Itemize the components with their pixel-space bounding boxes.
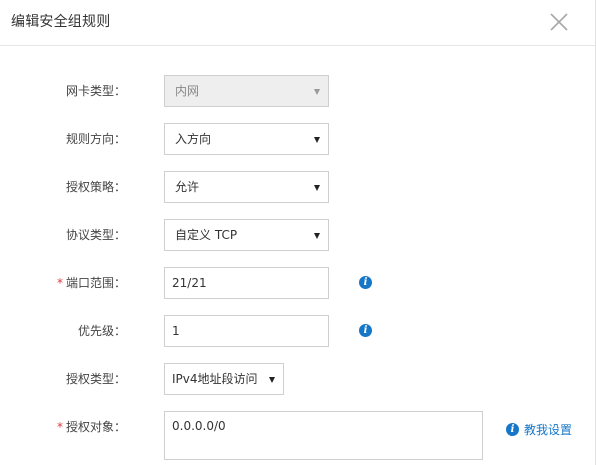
chevron-down-icon xyxy=(269,377,275,383)
close-button[interactable] xyxy=(547,10,571,34)
rule-direction-select[interactable]: 入方向 xyxy=(164,123,329,155)
priority-label: 优先级： xyxy=(77,324,126,338)
port-range-input[interactable]: 21/21 xyxy=(164,267,329,299)
auth-policy-select[interactable]: 允许 xyxy=(164,171,329,203)
info-icon: i xyxy=(506,423,519,436)
chevron-down-icon xyxy=(314,233,320,239)
auth-type-label: 授权类型： xyxy=(65,372,126,386)
protocol-type-select[interactable]: 自定义 TCP xyxy=(164,219,329,251)
nic-type-value: 内网 xyxy=(175,84,200,98)
help-link[interactable]: i 教我设置 xyxy=(506,421,572,438)
info-icon[interactable]: i xyxy=(359,276,372,289)
close-icon xyxy=(550,13,568,31)
port-range-label: 端口范围： xyxy=(65,276,126,290)
required-mark: * xyxy=(56,420,63,434)
help-link-label: 教我设置 xyxy=(524,423,573,437)
dialog-title: 编辑安全组规则 xyxy=(11,14,111,30)
chevron-down-icon xyxy=(314,185,320,191)
auth-policy-label: 授权策略： xyxy=(65,180,126,194)
protocol-type-value: 自定义 TCP xyxy=(175,228,238,242)
rule-direction-label: 规则方向： xyxy=(65,132,126,146)
edit-security-group-rule-dialog: 编辑安全组规则 网卡类型： 内网 规则方向： 入方向 授权策略： 允许 协议类型… xyxy=(0,0,596,465)
dialog-header: 编辑安全组规则 xyxy=(0,0,595,46)
required-mark: * xyxy=(56,276,63,290)
protocol-type-label: 协议类型： xyxy=(65,228,126,242)
auth-type-value: IPv4地址段访问 xyxy=(172,372,258,386)
rule-direction-value: 入方向 xyxy=(175,132,212,146)
chevron-down-icon xyxy=(314,137,320,143)
auth-object-label-wrap: * 授权对象： xyxy=(57,411,126,443)
port-range-label-wrap: * 端口范围： xyxy=(57,267,126,299)
nic-type-label: 网卡类型： xyxy=(65,84,126,98)
priority-input[interactable]: 1 xyxy=(164,315,329,347)
auth-object-label: 授权对象： xyxy=(65,420,126,434)
info-icon[interactable]: i xyxy=(359,324,372,337)
auth-object-textarea[interactable]: 0.0.0.0/0 xyxy=(164,411,483,460)
auth-policy-value: 允许 xyxy=(175,180,200,194)
auth-type-select[interactable]: IPv4地址段访问 xyxy=(164,363,284,395)
nic-type-select: 内网 xyxy=(164,75,329,107)
chevron-down-icon xyxy=(314,89,320,95)
